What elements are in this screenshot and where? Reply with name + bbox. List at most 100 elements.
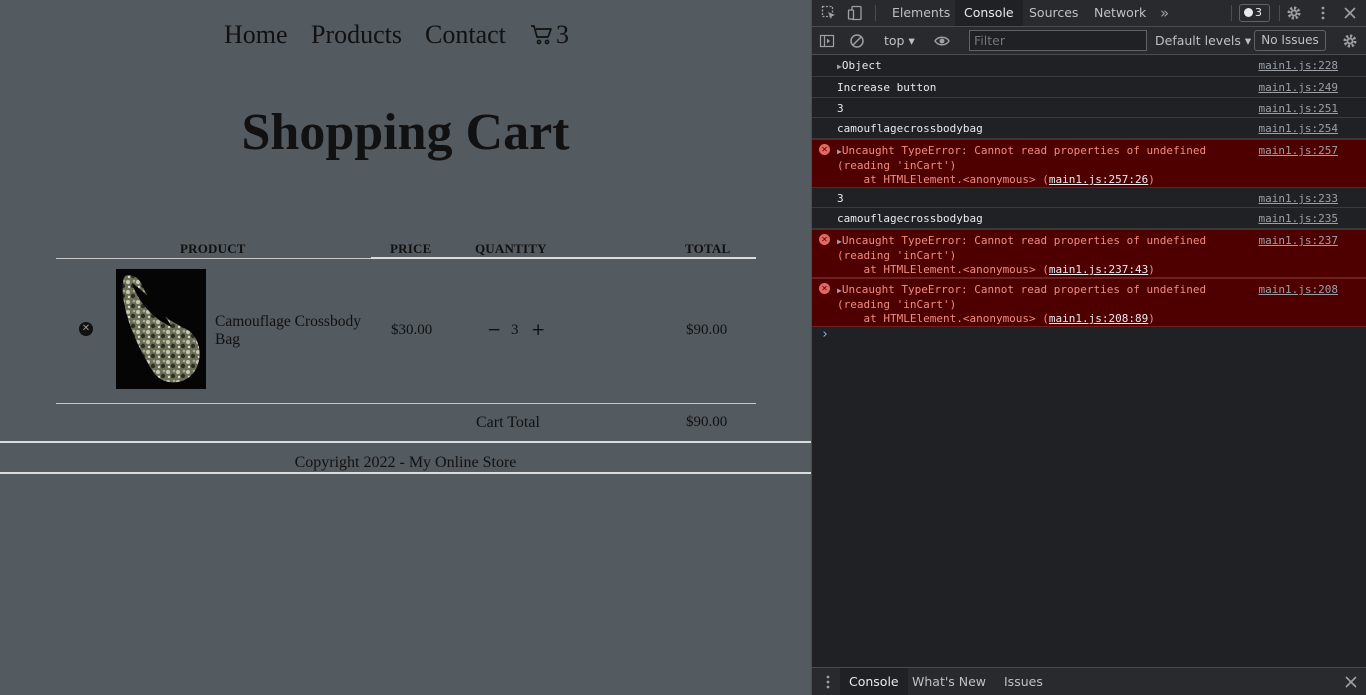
header-total: TOTAL xyxy=(685,241,731,256)
inspect-element-icon[interactable] xyxy=(821,5,837,21)
header-quantity: QUANTITY xyxy=(475,241,547,256)
tab-separator xyxy=(1231,5,1232,21)
drawer-menu-icon[interactable] xyxy=(820,674,836,690)
console-source-link[interactable]: main1.js:228 xyxy=(1259,59,1338,72)
header-price: PRICE xyxy=(390,241,432,256)
error-icon: ✕ xyxy=(819,144,830,155)
decrease-quantity-button[interactable]: − xyxy=(487,320,501,340)
tab-sources[interactable]: Sources xyxy=(1020,0,1087,26)
console-source-link[interactable]: main1.js:251 xyxy=(1259,102,1338,115)
nav-cart-link[interactable]: 3 xyxy=(530,20,569,50)
error-line-1: Uncaught TypeError: Cannot read properti… xyxy=(841,283,1207,296)
no-issues-button[interactable]: No Issues xyxy=(1254,30,1326,51)
console-filter-input[interactable] xyxy=(969,30,1147,51)
drawer-tab-console[interactable]: Console xyxy=(840,668,908,695)
product-name[interactable]: Camouflage Crossbody Bag xyxy=(215,313,375,349)
more-options-icon[interactable] xyxy=(1315,5,1331,21)
error-line-2: (reading 'inCart') xyxy=(837,249,957,262)
web-page: Home Products Contact 3 Shopping Cart PR… xyxy=(0,0,811,695)
device-toolbar-icon[interactable] xyxy=(847,5,863,21)
header-divider xyxy=(56,258,371,259)
console-message: 3 main1.js:251 xyxy=(812,98,1366,118)
footer-bottom-border xyxy=(0,472,811,474)
live-expression-eye-icon[interactable] xyxy=(934,33,950,49)
nav-contact-link[interactable]: Contact xyxy=(425,20,506,50)
tab-network[interactable]: Network xyxy=(1085,0,1155,26)
dropdown-arrow-icon: ▾ xyxy=(908,33,915,48)
console-source-link[interactable]: main1.js:249 xyxy=(1259,81,1338,94)
header-product: PRODUCT xyxy=(180,241,246,256)
console-message-text: 3 xyxy=(837,192,844,205)
nav-home-link[interactable]: Home xyxy=(224,20,288,50)
tab-console[interactable]: Console xyxy=(955,0,1023,26)
console-message-object[interactable]: ▶Object main1.js:228 xyxy=(812,55,1366,77)
error-stack-close: ) xyxy=(1148,173,1155,186)
console-source-link[interactable]: main1.js:257 xyxy=(1259,144,1338,157)
error-stack-close: ) xyxy=(1148,263,1155,276)
log-levels-value: Default levels xyxy=(1155,33,1241,48)
header-divider-thick xyxy=(371,257,756,259)
console-source-link[interactable]: main1.js:235 xyxy=(1259,212,1338,225)
console-error: ✕ ▶Uncaught TypeError: Cannot read prope… xyxy=(812,139,1366,188)
clear-console-icon[interactable] xyxy=(849,33,865,49)
console-message-text: 3 xyxy=(837,102,844,115)
more-tabs-icon[interactable]: » xyxy=(1151,0,1178,26)
error-icon: ✕ xyxy=(819,234,830,245)
drawer-tab-whats-new[interactable]: What's New xyxy=(903,668,995,695)
close-devtools-icon[interactable] xyxy=(1342,5,1358,21)
console-toolbar: top ▾ Default levels ▾ No Issues xyxy=(812,27,1366,55)
console-message: camouflagecrossbodybag main1.js:235 xyxy=(812,208,1366,229)
console-message: 3 main1.js:233 xyxy=(812,188,1366,208)
error-line-1: Uncaught TypeError: Cannot read properti… xyxy=(841,234,1207,247)
error-stack-at: at HTMLElement.<anonymous> ( xyxy=(837,263,1049,276)
error-stack-close: ) xyxy=(1148,312,1155,325)
issue-dot-icon xyxy=(1244,8,1253,17)
error-line-2: (reading 'inCart') xyxy=(837,298,957,311)
error-icon: ✕ xyxy=(819,283,830,294)
console-prompt-icon[interactable]: › xyxy=(821,327,829,342)
error-stack-link[interactable]: main1.js:257:26 xyxy=(1049,173,1148,186)
console-object-text: Object xyxy=(841,59,882,72)
footer-copyright: Copyright 2022 - My Online Store xyxy=(294,454,517,471)
context-selector[interactable]: top ▾ xyxy=(884,33,915,48)
log-levels-dropdown[interactable]: Default levels ▾ xyxy=(1155,33,1251,48)
quantity-value: 3 xyxy=(511,322,519,338)
settings-gear-icon[interactable] xyxy=(1286,5,1302,21)
console-source-link[interactable]: main1.js:208 xyxy=(1259,283,1338,296)
drawer-tab-issues[interactable]: Issues xyxy=(995,668,1052,695)
dropdown-arrow-icon: ▾ xyxy=(1244,33,1252,48)
console-error: ✕ ▶Uncaught TypeError: Cannot read prope… xyxy=(812,278,1366,327)
nav-products-link[interactable]: Products xyxy=(311,20,402,50)
context-value: top xyxy=(884,33,905,48)
show-sidebar-icon[interactable] xyxy=(819,33,835,49)
devtools-drawer: Console What's New Issues xyxy=(812,667,1366,695)
page-title: Shopping Cart xyxy=(241,104,570,161)
console-source-link[interactable]: main1.js:254 xyxy=(1259,122,1338,135)
error-line-2: (reading 'inCart') xyxy=(837,159,957,172)
issues-badge-count: 3 xyxy=(1255,6,1262,19)
console-message-text: camouflagecrossbodybag xyxy=(837,122,983,135)
cart-total-label: Cart Total xyxy=(476,414,540,431)
top-nav: Home Products Contact 3 xyxy=(0,20,811,54)
error-line-1: Uncaught TypeError: Cannot read properti… xyxy=(841,144,1207,157)
remove-item-button[interactable]: ✕ xyxy=(79,322,93,336)
issues-badge[interactable]: 3 xyxy=(1239,4,1270,22)
console-settings-gear-icon[interactable] xyxy=(1342,33,1358,49)
close-drawer-icon[interactable] xyxy=(1343,674,1359,690)
error-stack-link[interactable]: main1.js:208:89 xyxy=(1049,312,1148,325)
tab-elements[interactable]: Elements xyxy=(883,0,959,26)
cart-icon xyxy=(531,25,552,45)
devtools-panel: Elements Console Sources Network » 3 top… xyxy=(811,0,1366,695)
tab-separator xyxy=(1279,5,1280,21)
tab-separator xyxy=(875,5,876,21)
console-message-text: Increase button xyxy=(837,81,937,94)
console-source-link[interactable]: main1.js:237 xyxy=(1259,234,1338,247)
cart-count: 3 xyxy=(556,20,569,49)
devtools-tab-bar: Elements Console Sources Network » 3 xyxy=(812,0,1366,27)
error-stack-link[interactable]: main1.js:237:43 xyxy=(1049,263,1148,276)
console-output: ▶Object main1.js:228 Increase button mai… xyxy=(812,55,1366,667)
console-source-link[interactable]: main1.js:233 xyxy=(1259,192,1338,205)
cart-total-value: $90.00 xyxy=(686,414,728,430)
console-message: Increase button main1.js:249 xyxy=(812,77,1366,98)
increase-quantity-button[interactable]: + xyxy=(531,320,545,340)
